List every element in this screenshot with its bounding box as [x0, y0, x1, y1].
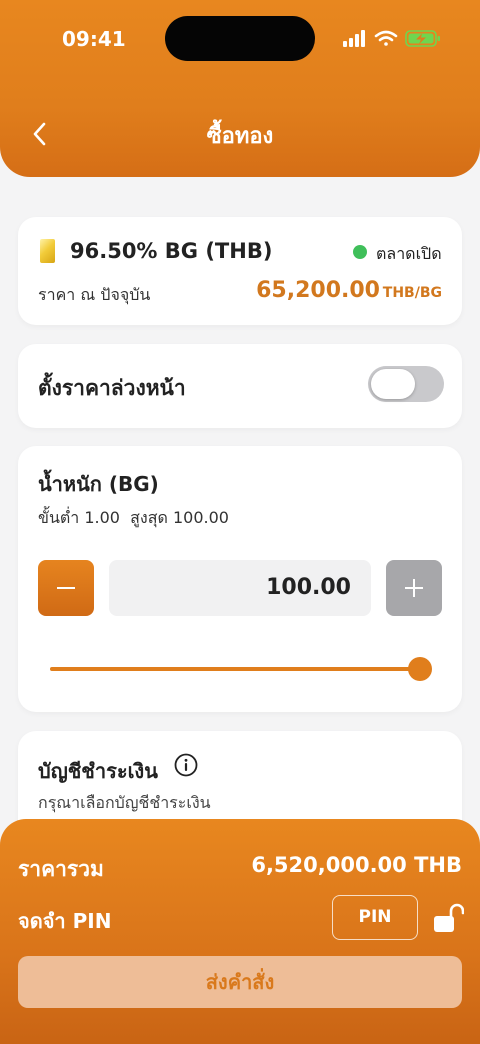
product-name: 96.50% BG (THB): [70, 239, 273, 263]
remember-pin-label: จดจำ PIN: [18, 909, 112, 933]
status-time: 09:41: [62, 27, 126, 51]
market-status-dot: [353, 245, 367, 259]
status-icons: [343, 30, 440, 47]
weight-card: น้ำหนัก (BG) ขั้นต่ำ 1.00 สูงสุด 100.00 …: [18, 446, 462, 712]
price-label: ราคา ณ ปัจจุบัน: [38, 285, 151, 304]
decrease-button[interactable]: [38, 560, 94, 616]
weight-input[interactable]: 100.00: [109, 560, 371, 616]
payment-account-title: บัญชีชำระเงิน: [38, 759, 158, 783]
unlock-icon[interactable]: [432, 903, 464, 933]
slider-fill: [50, 667, 420, 671]
order-footer: ราคารวม 6,520,000.00 THB จดจำ PIN PIN ส่…: [0, 819, 480, 1044]
increase-button[interactable]: [386, 560, 442, 616]
toggle-knob: [371, 369, 415, 399]
weight-range: ขั้นต่ำ 1.00 สูงสุด 100.00: [38, 508, 229, 527]
price-unit: THB/BG: [382, 285, 442, 301]
price-value: 65,200.00: [256, 278, 380, 303]
weight-slider[interactable]: [50, 657, 432, 681]
advance-price-label: ตั้งราคาล่วงหน้า: [38, 376, 186, 400]
signal-icon: [343, 30, 365, 47]
slider-thumb[interactable]: [408, 657, 432, 681]
weight-title: น้ำหนัก (BG): [38, 472, 159, 496]
payment-account-hint: กรุณาเลือกบัญชีชำระเงิน: [38, 793, 211, 812]
pin-button[interactable]: PIN: [332, 895, 418, 940]
info-icon[interactable]: [174, 753, 198, 777]
total-label: ราคารวม: [18, 857, 104, 881]
product-card: 96.50% BG (THB) ตลาดเปิด ราคา ณ ปัจจุบัน…: [18, 217, 462, 325]
page-title: ซื้อทอง: [206, 124, 274, 149]
market-status-text: ตลาดเปิด: [376, 244, 442, 263]
wifi-icon: [374, 30, 398, 46]
advance-price-card: ตั้งราคาล่วงหน้า: [18, 344, 462, 428]
total-value: 6,520,000.00 THB: [251, 853, 462, 877]
battery-icon: [405, 30, 440, 47]
app-header: 09:41 ซื้อทอง: [0, 0, 480, 177]
submit-order-button[interactable]: ส่งคำสั่ง: [18, 956, 462, 1008]
dynamic-island: [165, 16, 315, 61]
advance-price-toggle[interactable]: [368, 366, 444, 402]
gold-bar-icon: [40, 239, 55, 263]
